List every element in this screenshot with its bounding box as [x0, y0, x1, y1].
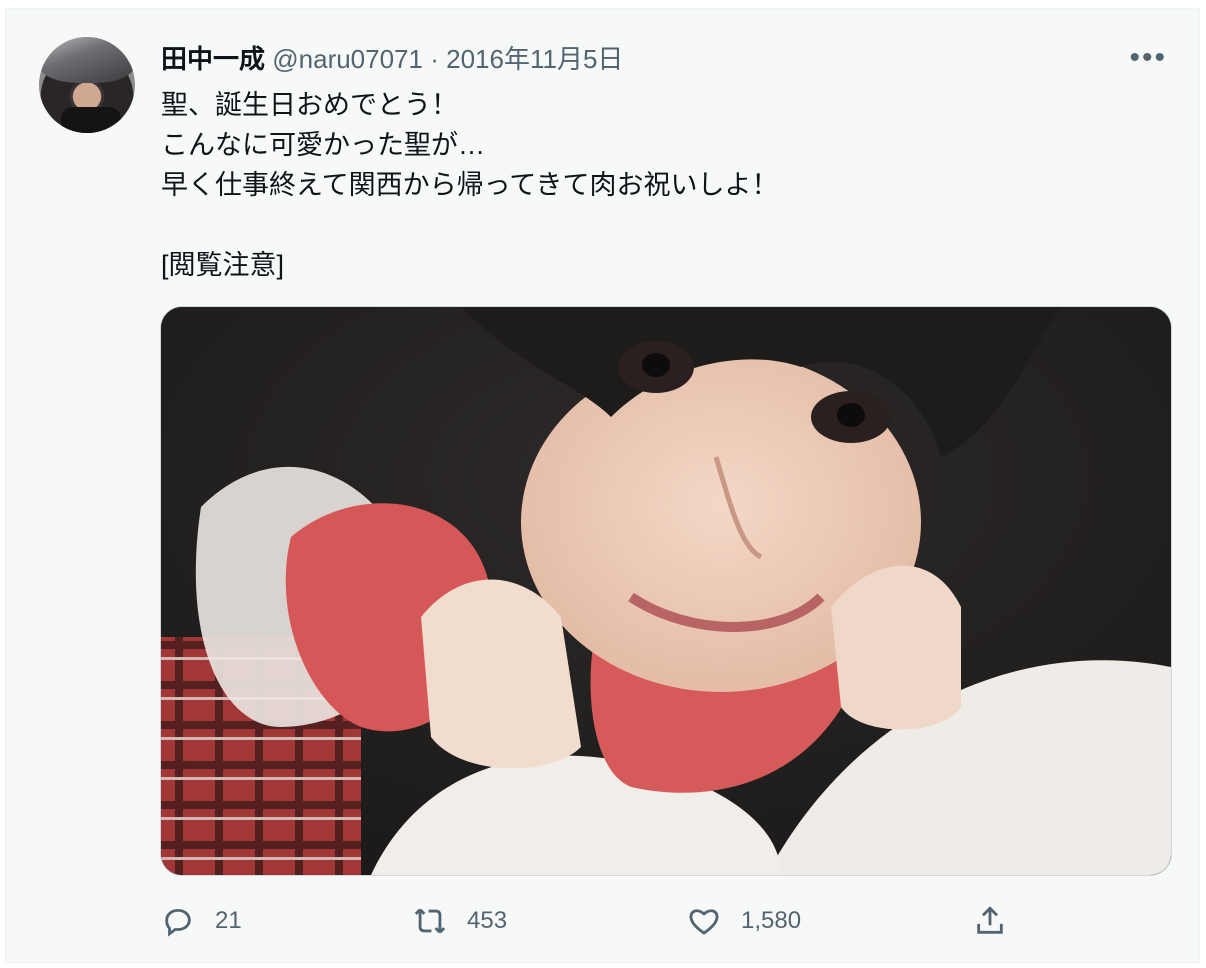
avatar[interactable] — [39, 37, 135, 133]
tweet-card[interactable]: 田中一成 @naru07071 · 2016年11月5日 ••• 聖、誕生日おめ… — [5, 8, 1200, 963]
avatar-hair — [39, 37, 135, 83]
retweet-icon — [414, 908, 446, 934]
tweet-text-line: こんなに可愛かった聖が… — [161, 130, 485, 160]
like-count: 1,580 — [741, 907, 802, 934]
reply-icon — [165, 908, 191, 937]
more-options-button[interactable]: ••• — [1129, 43, 1167, 73]
tweet-actions: 21 453 1,580 — [161, 899, 1021, 943]
meta-separator: · — [430, 44, 439, 74]
tweet-text-line: [閲覧注意] — [161, 250, 285, 280]
reply-count: 21 — [215, 907, 242, 934]
tweet-header: 田中一成 @naru07071 · 2016年11月5日 — [161, 41, 623, 77]
tweet-photo[interactable] — [160, 306, 1172, 876]
tweet-text: 聖、誕生日おめでとう！ こんなに可愛かった聖が… 早く仕事終えて関西から帰ってき… — [161, 85, 1141, 285]
author-handle[interactable]: @naru07071 — [272, 44, 423, 74]
author-name[interactable]: 田中一成 — [161, 44, 265, 74]
retweet-count: 453 — [467, 907, 508, 934]
avatar-mask — [61, 107, 121, 133]
tweet-text-line: 聖、誕生日おめでとう！ — [161, 90, 458, 120]
retweet-button[interactable]: 453 — [413, 899, 507, 943]
tweet-text-line: 早く仕事終えて関西から帰ってきて肉お祝いしよ！ — [161, 170, 779, 200]
heart-icon — [689, 909, 719, 935]
share-button[interactable] — [973, 899, 1007, 943]
tweet-date[interactable]: 2016年11月5日 — [446, 44, 623, 74]
like-button[interactable]: 1,580 — [687, 899, 801, 943]
ellipsis-icon: ••• — [1129, 41, 1167, 74]
share-icon — [977, 906, 1003, 934]
photo-image — [161, 307, 1171, 875]
reply-button[interactable]: 21 — [161, 899, 242, 943]
